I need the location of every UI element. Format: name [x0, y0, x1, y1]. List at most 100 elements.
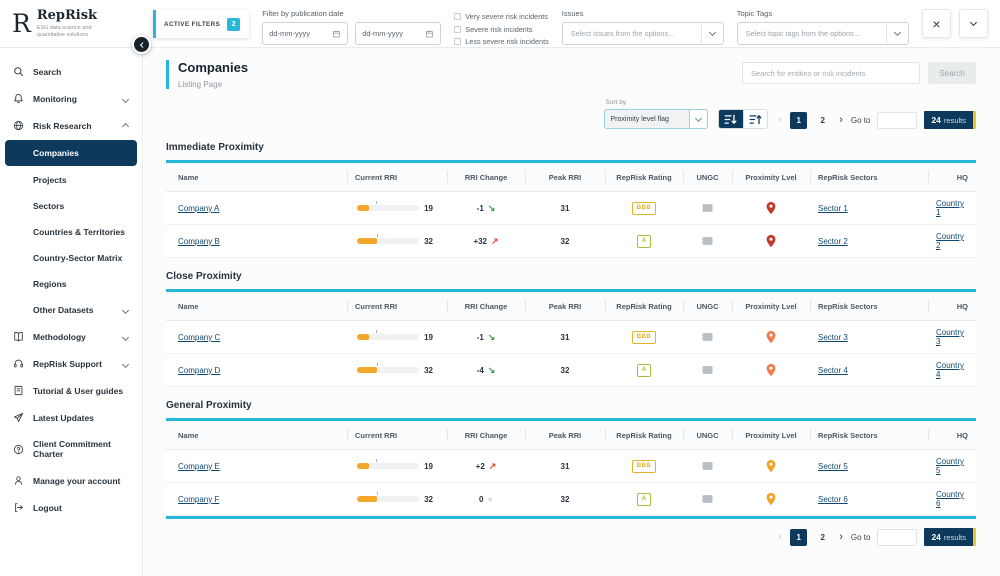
sidebar-item-projects[interactable]: Projects — [0, 167, 142, 193]
previous-page-button[interactable]: ‹ — [778, 532, 784, 543]
sidebar-item-search[interactable]: Search — [0, 58, 142, 85]
sector-link[interactable]: Sector 4 — [818, 366, 848, 375]
go-to-page-input[interactable] — [877, 529, 917, 546]
search-button[interactable]: Search — [928, 62, 976, 84]
clear-filters-button[interactable]: × — [922, 9, 951, 38]
sidebar-item-country-sector-matrix[interactable]: Country-Sector Matrix — [0, 245, 142, 271]
go-to-label: Go to — [851, 533, 871, 542]
sort-by-select[interactable]: Proximity level flag — [604, 109, 708, 129]
company-link[interactable]: Company B — [178, 237, 220, 246]
rri-bar — [357, 496, 419, 502]
checkbox-less-severe[interactable]: Less severe risk incidents — [454, 37, 549, 46]
sector-link[interactable]: Sector 5 — [818, 462, 848, 471]
checkbox-icon[interactable] — [454, 13, 461, 20]
issues-select[interactable]: Select issues from the options... — [562, 22, 724, 45]
date-to-field[interactable] — [355, 22, 441, 45]
column-header-current-rri: Current RRI — [347, 292, 447, 320]
hq-country-link[interactable]: Country 2 — [936, 232, 968, 250]
companies-table: Name Current RRI RRI Change Peak RRI Rep… — [166, 418, 976, 519]
companies-table: Name Current RRI RRI Change Peak RRI Rep… — [166, 160, 976, 258]
sidebar-item-regions[interactable]: Regions — [0, 271, 142, 297]
issues-label: Issues — [562, 9, 724, 18]
proximity-pin-icon — [765, 234, 777, 248]
sidebar-item-countries-territories[interactable]: Countries & Territories — [0, 219, 142, 245]
calendar-icon — [425, 29, 434, 39]
sort-descending-button[interactable] — [719, 110, 743, 128]
table-row: Company D 32 -4↘ 32 A Sector 4 Country 4 — [166, 354, 976, 387]
go-to-page-input[interactable] — [877, 112, 917, 129]
sidebar-item-latest-updates[interactable]: Latest Updates — [0, 404, 142, 431]
sidebar-collapse-toggle[interactable] — [132, 35, 151, 54]
chevron-down-icon — [970, 19, 977, 26]
sidebar-item-methodology[interactable]: Methodology — [0, 323, 142, 350]
date-from-input[interactable] — [269, 29, 332, 38]
column-header-peak-rri: Peak RRI — [525, 292, 605, 320]
checkbox-very-severe[interactable]: Very severe risk incidents — [454, 12, 549, 21]
page-1-button[interactable]: 1 — [790, 529, 807, 546]
previous-page-button[interactable]: ‹ — [778, 115, 784, 126]
sidebar-item-reprisk-support[interactable]: RepRisk Support — [0, 350, 142, 377]
checkbox-label: Less severe risk incidents — [465, 37, 549, 46]
sidebar-item-sectors[interactable]: Sectors — [0, 193, 142, 219]
company-link[interactable]: Company A — [178, 204, 219, 213]
sidebar-item-monitoring[interactable]: Monitoring — [0, 85, 142, 112]
hq-country-link[interactable]: Country 1 — [936, 199, 968, 217]
entity-search-input[interactable] — [742, 62, 920, 84]
account-icon — [12, 475, 25, 486]
table-row: Company B 32 +32↗ 32 A Sector 2 Country … — [166, 225, 976, 258]
sidebar-item-tutorial-user-guides[interactable]: Tutorial & User guides — [0, 377, 142, 404]
ungc-flag-icon — [701, 332, 714, 342]
hq-country-link[interactable]: Country 4 — [936, 361, 968, 379]
sidebar-item-risk-research[interactable]: Risk Research — [0, 112, 142, 139]
entity-search: Search — [742, 62, 976, 84]
column-header-reprisk-sectors: RepRisk Sectors — [810, 292, 928, 320]
chevron-up-icon — [123, 121, 128, 131]
page-2-button[interactable]: 2 — [814, 529, 831, 546]
checkbox-severe[interactable]: Severe risk incidents — [454, 25, 549, 34]
hq-country-link[interactable]: Country 3 — [936, 328, 968, 346]
section-title: Close Proximity — [166, 271, 976, 282]
sidebar-item-logout[interactable]: Logout — [0, 494, 142, 521]
date-to-input[interactable] — [362, 29, 425, 38]
peak-marker — [376, 459, 377, 462]
company-link[interactable]: Company C — [178, 333, 220, 342]
current-rri-value: 32 — [424, 495, 433, 504]
issues-filter: Issues Select issues from the options... — [562, 9, 724, 45]
sidebar-item-companies[interactable]: Companies — [5, 140, 137, 166]
active-filters-count-badge: 2 — [227, 18, 240, 31]
page-1-button[interactable]: 1 — [790, 112, 807, 129]
issues-placeholder: Select issues from the options... — [563, 29, 701, 38]
sidebar-item-manage-account[interactable]: Manage your account — [0, 467, 142, 494]
column-header-ungc: UNGC — [683, 292, 732, 320]
peak-rri-value: 32 — [561, 495, 570, 504]
checkbox-icon[interactable] — [454, 26, 461, 33]
company-link[interactable]: Company F — [178, 495, 219, 504]
change-arrow-icon: ↘ — [488, 204, 496, 213]
hq-country-link[interactable]: Country 5 — [936, 457, 968, 475]
company-link[interactable]: Company E — [178, 462, 220, 471]
sort-direction-buttons — [718, 109, 768, 129]
sidebar-item-client-commitment-charter[interactable]: Client Commitment Charter — [0, 431, 142, 467]
date-from-field[interactable] — [262, 22, 348, 45]
hq-country-link[interactable]: Country 6 — [936, 490, 968, 508]
next-page-button[interactable]: › — [838, 532, 844, 543]
sidebar-item-other-datasets[interactable]: Other Datasets — [0, 297, 142, 323]
collapse-filter-bar-button[interactable] — [959, 9, 988, 38]
brand-logo[interactable]: R RepRisk ESG data science and quantitat… — [0, 0, 143, 47]
sector-link[interactable]: Sector 3 — [818, 333, 848, 342]
proximity-pin-icon — [765, 330, 777, 344]
active-filters-card[interactable]: ACTIVE FILTERS 2 — [153, 10, 249, 38]
next-page-button[interactable]: › — [838, 115, 844, 126]
sort-ascending-button[interactable] — [743, 110, 767, 128]
sector-link[interactable]: Sector 2 — [818, 237, 848, 246]
checkbox-icon[interactable] — [454, 38, 461, 45]
sidebar-item-label: Logout — [33, 503, 62, 513]
sector-link[interactable]: Sector 1 — [818, 204, 848, 213]
sidebar-item-label: Methodology — [33, 332, 86, 342]
topic-tags-select[interactable]: Select topic tags from the options... — [737, 22, 909, 45]
sector-link[interactable]: Sector 6 — [818, 495, 848, 504]
rating-badge: BBB — [632, 460, 657, 473]
page-2-button[interactable]: 2 — [814, 112, 831, 129]
company-link[interactable]: Company D — [178, 366, 220, 375]
rating-badge: A — [637, 364, 652, 377]
